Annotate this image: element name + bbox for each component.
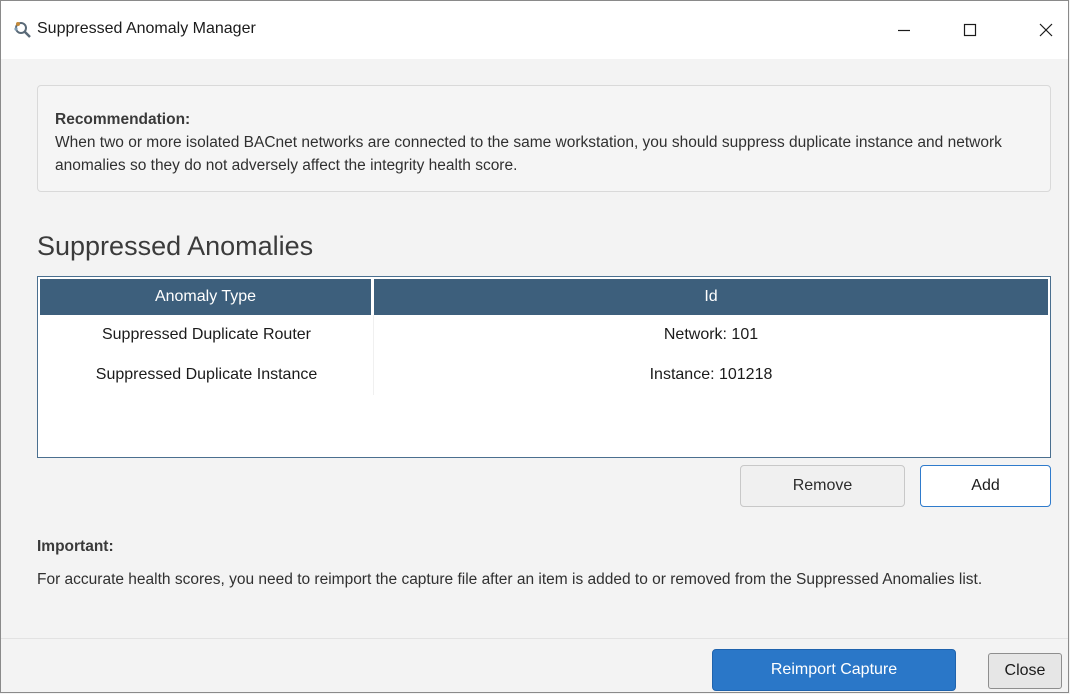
maximize-button[interactable] [947, 15, 993, 45]
cell-anomaly-type: Suppressed Duplicate Router [40, 315, 374, 355]
maximize-icon [963, 23, 977, 37]
recommendation-panel: Recommendation: When two or more isolate… [37, 85, 1051, 192]
column-header-anomaly-type[interactable]: Anomaly Type [40, 279, 374, 315]
suppressed-anomalies-table[interactable]: Anomaly Type Id Suppressed Duplicate Rou… [37, 276, 1051, 458]
table-row[interactable]: Suppressed Duplicate Router Network: 101 [40, 315, 1048, 355]
table-row[interactable]: Suppressed Duplicate Instance Instance: … [40, 355, 1048, 395]
remove-button[interactable]: Remove [740, 465, 905, 507]
minimize-button[interactable] [881, 15, 927, 45]
dialog-window: Suppressed Anomaly Manager Recommendatio… [0, 0, 1069, 693]
close-button[interactable]: Close [988, 653, 1062, 689]
title-bar[interactable]: Suppressed Anomaly Manager [1, 1, 1068, 59]
column-header-id[interactable]: Id [374, 279, 1048, 315]
add-button[interactable]: Add [920, 465, 1051, 507]
window-title: Suppressed Anomaly Manager [37, 20, 256, 37]
important-heading: Important: [37, 538, 114, 555]
section-title: Suppressed Anomalies [37, 231, 314, 261]
close-icon [1039, 23, 1053, 37]
reimport-capture-button[interactable]: Reimport Capture [712, 649, 956, 691]
cell-id: Instance: 101218 [649, 366, 773, 383]
footer-divider [1, 638, 1068, 639]
cell-anomaly-type: Suppressed Duplicate Instance [40, 355, 374, 395]
recommendation-text: When two or more isolated BACnet network… [55, 134, 1002, 174]
cell-id: Network: 101 [663, 326, 759, 343]
important-text: For accurate health scores, you need to … [37, 571, 983, 588]
table-body: Suppressed Duplicate Router Network: 101… [40, 315, 1048, 395]
recommendation-heading: Recommendation: [55, 111, 191, 128]
table-header: Anomaly Type Id [40, 279, 1048, 315]
close-window-button[interactable] [1023, 15, 1069, 45]
minimize-icon [898, 29, 910, 32]
app-logo-icon [13, 20, 33, 40]
